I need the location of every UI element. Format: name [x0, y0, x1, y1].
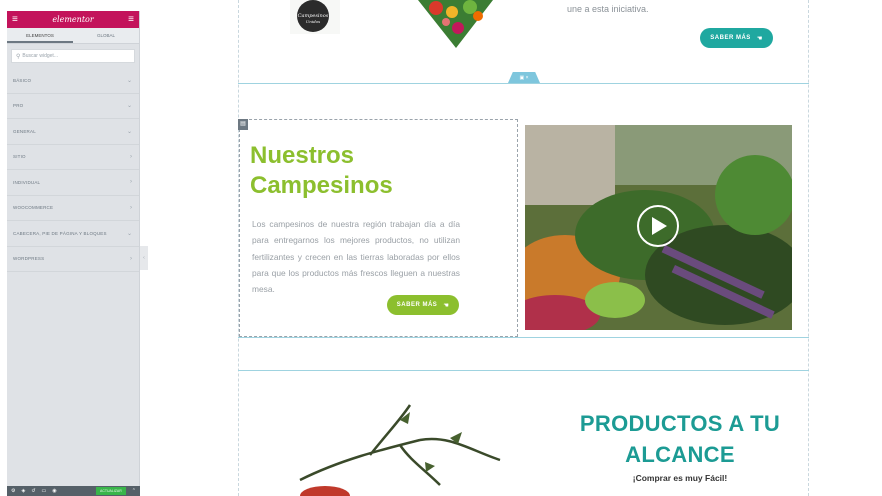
chevron-icon: ⌄ — [126, 103, 132, 110]
elementor-logo: elementor — [52, 15, 94, 24]
fruit-collage-image — [418, 0, 493, 48]
category-pro[interactable]: PRO ⌄ — [7, 94, 139, 119]
category-individual[interactable]: INDIVIDUAL › — [7, 170, 139, 196]
campesinos-text: Los campesinos de nuestra región trabaja… — [252, 219, 460, 295]
category-label: WOOCOMMERCE — [13, 205, 54, 211]
svg-text:Unidos: Unidos — [306, 19, 320, 24]
settings-icon[interactable]: ⚙ — [11, 488, 15, 494]
chevron-icon: › — [130, 255, 132, 262]
category-list: BÁSICO ⌄ PRO ⌄ GENERAL ⌄ SITIO › INDIVID… — [7, 68, 139, 272]
search-icon: ⚲ — [16, 53, 21, 60]
intro-text: une a esta iniciativa. — [567, 4, 649, 14]
section-border-bottom — [238, 370, 809, 371]
vegetables-market-video[interactable] — [525, 125, 792, 330]
chevron-icon: › — [130, 204, 132, 211]
chevron-icon: ⌄ — [126, 230, 132, 237]
category-label: INDIVIDUAL — [13, 179, 41, 185]
campesinos-logo-image: Campesinos Unidos — [290, 0, 340, 34]
category-wordpress[interactable]: WORDPRESS › — [7, 247, 139, 272]
category-sitio[interactable]: SITIO › — [7, 145, 139, 170]
chevron-icon: ⌄ — [126, 77, 132, 84]
section-handle[interactable]: ▣ × — [508, 72, 540, 83]
elementor-panel: ≡ elementor ≡ ELEMENTOS GLOBAL ⚲ Buscar … — [7, 11, 140, 496]
panel-header: ≡ elementor ≡ — [7, 11, 139, 28]
category-woocommerce[interactable]: WOOCOMMERCE › — [7, 196, 139, 221]
search-placeholder: Buscar widget... — [22, 53, 58, 59]
tomato-vine-image — [299, 404, 501, 496]
category-label: WORDPRESS — [13, 256, 45, 262]
category-basico[interactable]: BÁSICO ⌄ — [7, 68, 139, 94]
saber-mas-button[interactable]: SABER MÁS ☚ — [387, 295, 459, 315]
chevron-icon: › — [130, 179, 132, 186]
category-label: PRO — [13, 103, 24, 109]
saber-mas-label: SABER MÁS — [710, 35, 751, 41]
category-cabecera[interactable]: CABECERA, PIE DE PÁGINA Y BLOQUES ⌄ — [7, 221, 139, 247]
category-label: SITIO — [13, 154, 26, 160]
preview-icon[interactable]: ◉ — [52, 488, 56, 494]
chevron-icon: › — [130, 153, 132, 160]
chevron-up-icon[interactable]: ⌃ — [132, 488, 136, 494]
elementor-editor: Campesinos Unidos une a esta iniciativa.… — [0, 0, 882, 496]
widget-search-input[interactable]: ⚲ Buscar widget... — [11, 49, 135, 63]
layers-icon[interactable]: ◈ — [21, 488, 25, 494]
saber-mas-button-top[interactable]: SABER MÁS ☚ — [700, 28, 773, 48]
category-label: GENERAL — [13, 128, 36, 134]
menu-icon[interactable]: ≡ — [12, 14, 18, 25]
responsive-icon[interactable]: ▭ — [42, 488, 47, 494]
section-border-top — [238, 83, 809, 84]
campesinos-heading: Nuestros Campesinos — [250, 141, 450, 201]
grid-menu-icon[interactable]: ≡ — [128, 14, 134, 25]
category-general[interactable]: GENERAL ⌄ — [7, 119, 139, 145]
column-edit-handle[interactable]: ▤ — [238, 119, 248, 130]
hand-pointer-icon: ☚ — [756, 35, 763, 42]
hand-pointer-icon: ☚ — [443, 302, 450, 309]
panel-collapse-toggle[interactable]: ‹ — [140, 246, 148, 270]
productos-subheading: ¡Comprar es muy Fácil! — [632, 473, 728, 483]
productos-heading: PRODUCTOS A TU ALCANCE — [579, 411, 781, 467]
campesinos-heading-text: Nuestros Campesinos — [250, 142, 393, 199]
category-label: BÁSICO — [13, 77, 32, 83]
chevron-icon: ⌄ — [126, 128, 132, 135]
tab-global[interactable]: GLOBAL — [73, 28, 139, 43]
update-button[interactable]: ACTUALIZAR — [96, 487, 126, 495]
panel-footer: ⚙ ◈ ↺ ▭ ◉ ACTUALIZAR ⌃ — [7, 486, 140, 496]
history-icon[interactable]: ↺ — [31, 488, 35, 494]
panel-tabs: ELEMENTOS GLOBAL — [7, 28, 139, 44]
tab-elementos[interactable]: ELEMENTOS — [7, 28, 73, 43]
saber-mas-label: SABER MÁS — [396, 302, 438, 308]
section-border-middle — [238, 337, 809, 338]
category-label: CABECERA, PIE DE PÁGINA Y BLOQUES — [13, 230, 107, 236]
